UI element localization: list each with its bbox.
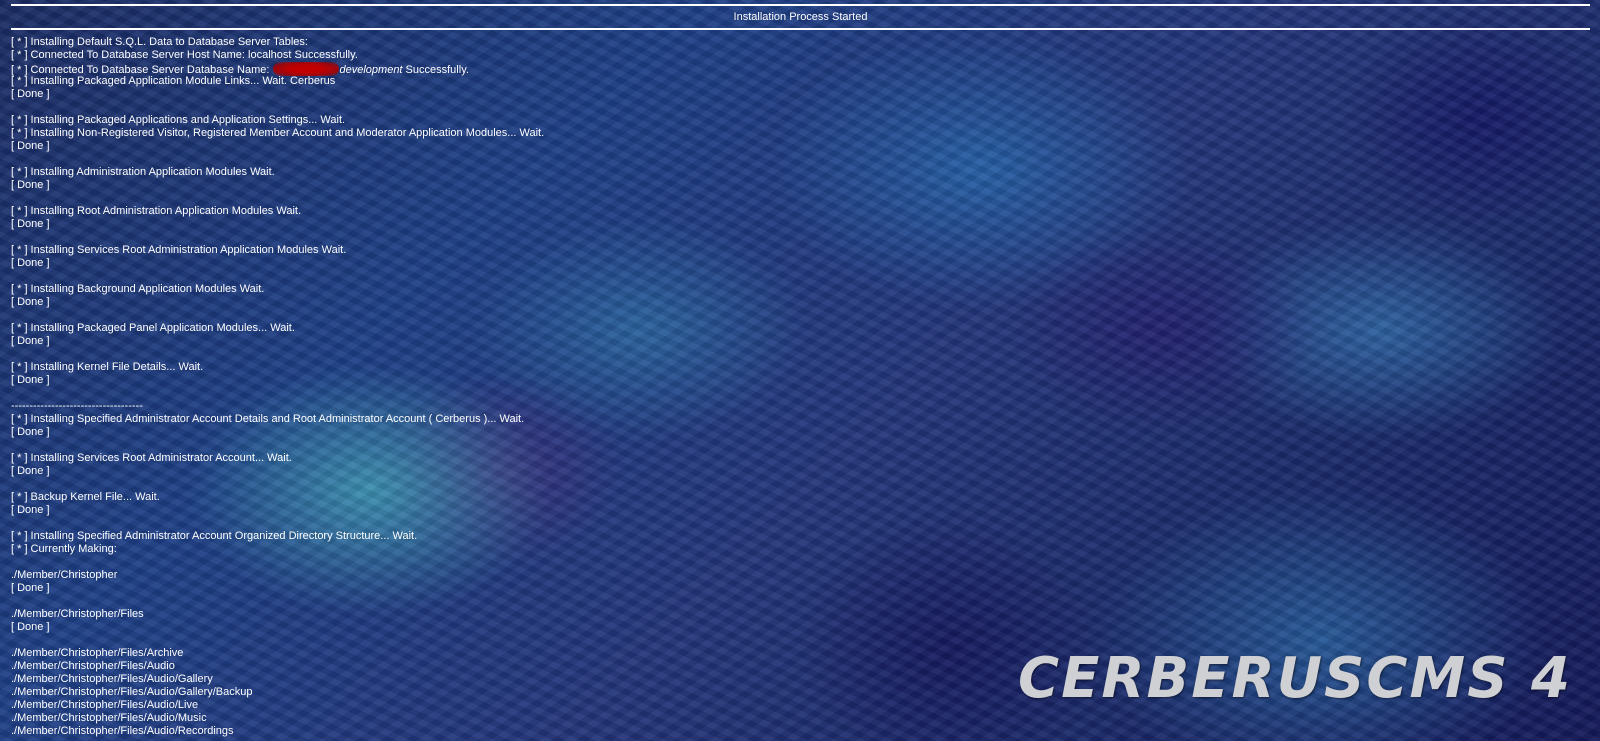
log-blank-line <box>11 478 544 491</box>
log-line: [ * ] Installing Services Root Administr… <box>11 244 347 256</box>
installation-log: [ * ] Installing Default S.Q.L. Data to … <box>11 36 544 738</box>
log-line-database-name: [ * ] Connected To Database Server Datab… <box>11 62 544 76</box>
redaction-mark <box>272 62 339 76</box>
log-blank-line <box>11 231 544 244</box>
page-title: Installation Process Started <box>11 4 1590 30</box>
log-line: [ Done ] <box>11 465 50 477</box>
log-line: [ * ] Installing Specified Administrator… <box>11 413 525 425</box>
log-line: ./Member/Christopher/Files <box>11 608 144 620</box>
log-blank-line <box>11 387 544 400</box>
log-line: [ * ] Installing Packaged Applications a… <box>11 114 346 126</box>
log-line: [ Done ] <box>11 296 50 308</box>
log-line: ./Member/Christopher/Files/Audio <box>11 660 175 672</box>
log-line: [ * ] Installing Services Root Administr… <box>11 452 292 464</box>
log-line: [ * ] Installing Background Application … <box>11 283 265 295</box>
log-line: [ * ] Connected To Database Server Host … <box>11 49 358 61</box>
cerberuscms-logo: CERBERUSCMS 4 <box>1018 646 1572 711</box>
log-line: [ Done ] <box>11 179 50 191</box>
log-blank-line <box>11 595 544 608</box>
log-blank-line <box>11 348 544 361</box>
log-line: ./Member/Christopher/Files/Audio/Gallery… <box>11 686 253 698</box>
log-blank-line <box>11 270 544 283</box>
log-line: [ Done ] <box>11 140 50 152</box>
log-line: ./Member/Christopher/Files/Audio/Gallery <box>11 673 213 685</box>
log-line: [ * ] Installing Non-Registered Visitor,… <box>11 127 545 139</box>
log-blank-line <box>11 634 544 647</box>
log-line: [ Done ] <box>11 218 50 230</box>
log-line: [ * ] Installing Specified Administrator… <box>11 530 418 542</box>
db-line-suffix: Successfully. <box>402 64 469 76</box>
log-line: ./Member/Christopher/Files/Archive <box>11 647 184 659</box>
log-blank-line <box>11 556 544 569</box>
log-line: ./Member/Christopher/Files/Audio/Music <box>11 712 207 724</box>
log-line: [ * ] Installing Packaged Application Mo… <box>11 75 336 87</box>
log-line: [ Done ] <box>11 621 50 633</box>
log-line: [ Done ] <box>11 335 50 347</box>
log-blank-line <box>11 153 544 166</box>
log-line: [ * ] Installing Root Administration App… <box>11 205 302 217</box>
log-blank-line <box>11 309 544 322</box>
log-line: [ Done ] <box>11 426 50 438</box>
log-line: [ * ] Installing Packaged Panel Applicat… <box>11 322 295 334</box>
log-line: [ Done ] <box>11 504 50 516</box>
log-line: [ Done ] <box>11 374 50 386</box>
log-blank-line <box>11 192 544 205</box>
log-blank-line <box>11 101 544 114</box>
log-line: [ * ] Backup Kernel File... Wait. <box>11 491 160 503</box>
log-line: [ Done ] <box>11 88 50 100</box>
database-name: development <box>339 64 403 76</box>
log-line: [ Done ] <box>11 582 50 594</box>
log-blank-line <box>11 517 544 530</box>
log-line: [ * ] Installing Kernel File Details... … <box>11 361 204 373</box>
log-line: ./Member/Christopher/Files/Audio/Live <box>11 699 199 711</box>
log-line: [ * ] Currently Making: <box>11 543 117 555</box>
log-line: [ * ] Installing Default S.Q.L. Data to … <box>11 36 308 48</box>
log-line: ./Member/Christopher <box>11 569 118 581</box>
log-line: [ Done ] <box>11 257 50 269</box>
log-line: ./Member/Christopher/Files/Audio/Recordi… <box>11 725 234 737</box>
log-blank-line <box>11 439 544 452</box>
log-line: ------------------------------------ <box>11 400 143 412</box>
log-line: [ * ] Installing Administration Applicat… <box>11 166 275 178</box>
